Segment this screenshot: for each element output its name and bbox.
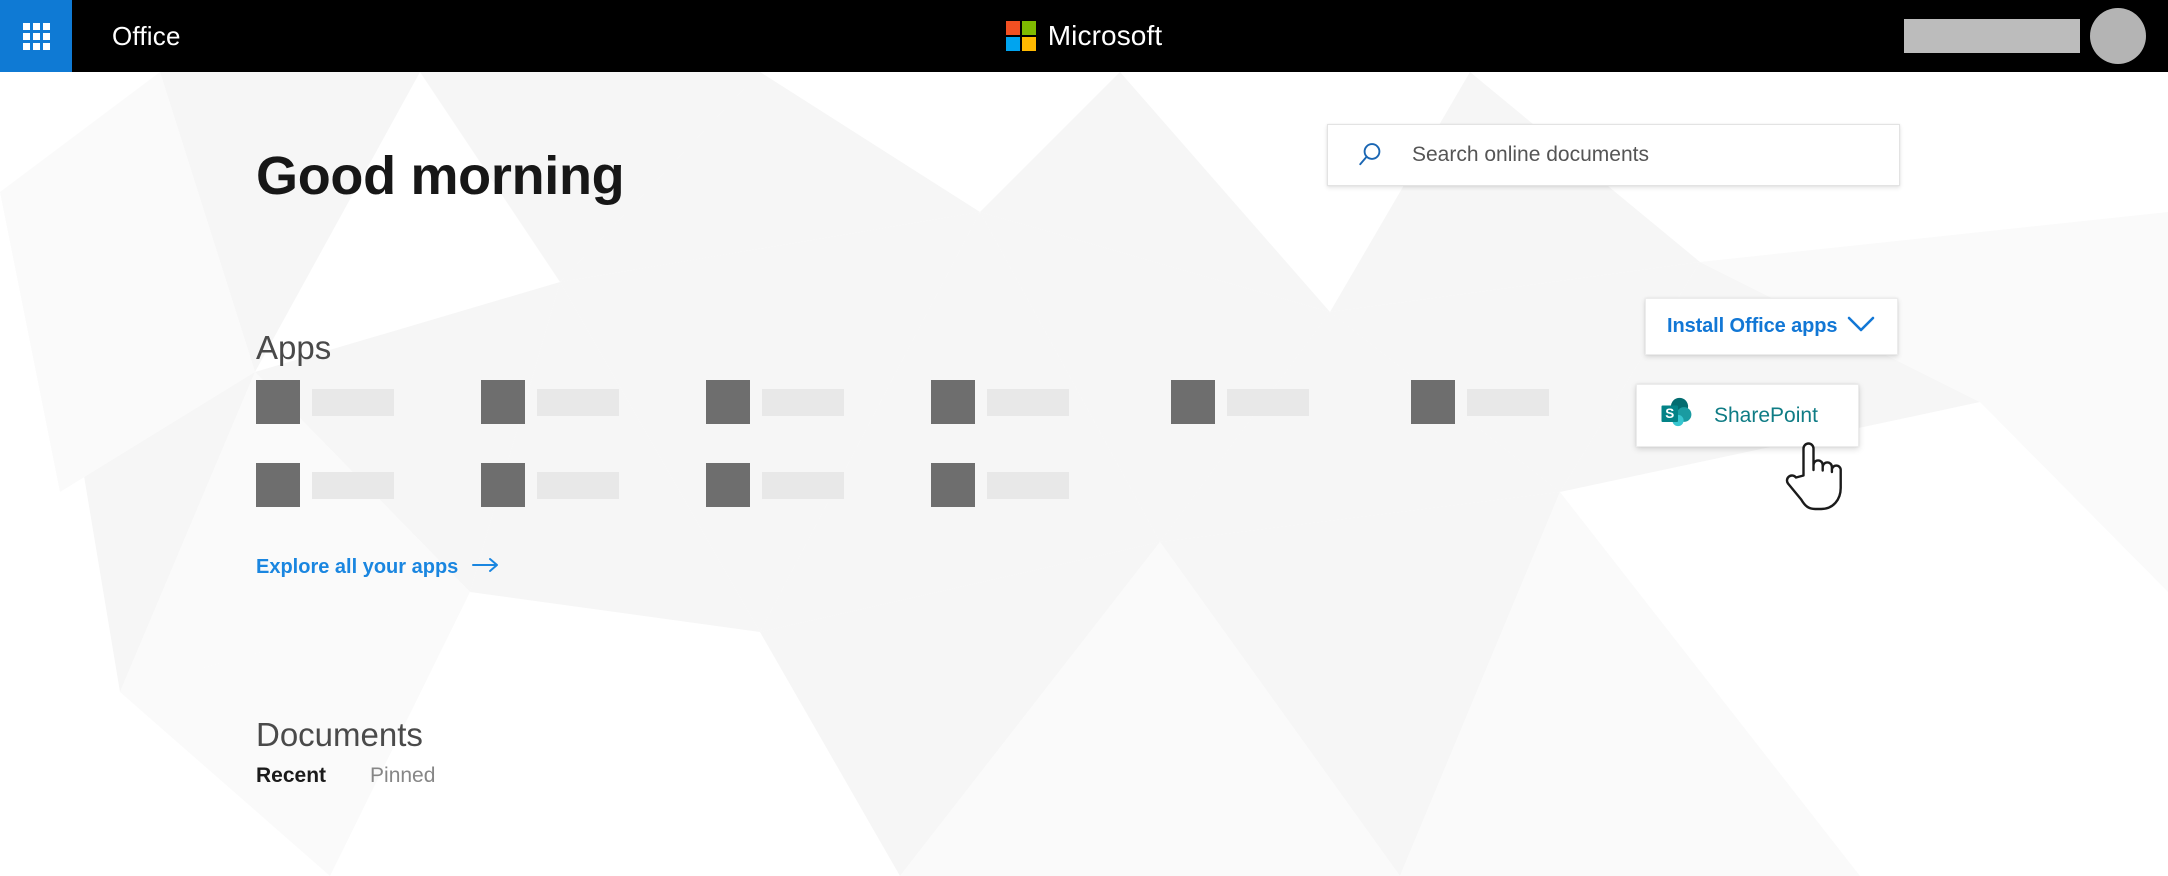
app-skeleton-icon	[1171, 380, 1215, 424]
install-office-apps-menu[interactable]: S SharePoint	[1636, 384, 1859, 447]
sharepoint-icon: S	[1658, 394, 1696, 437]
avatar[interactable]	[2090, 8, 2146, 64]
app-skeleton-icon	[481, 380, 525, 424]
microsoft-logo: Microsoft	[1005, 20, 1163, 52]
app-skeleton-icon	[706, 463, 750, 507]
app-skeleton-item[interactable]	[1411, 380, 1549, 424]
documents-tabs: Recent Pinned	[256, 764, 435, 788]
app-skeleton-item[interactable]	[481, 463, 619, 507]
search-icon	[1328, 140, 1412, 170]
app-skeleton-icon	[931, 380, 975, 424]
app-skeleton-item[interactable]	[931, 380, 1069, 424]
office-brand-link[interactable]: Office	[112, 0, 181, 72]
app-skeleton-label	[762, 388, 844, 416]
microsoft-wordmark: Microsoft	[1047, 20, 1163, 51]
app-skeleton-label	[987, 471, 1069, 499]
explore-all-apps-label: Explore all your apps	[256, 556, 459, 578]
app-skeleton-label	[762, 471, 844, 499]
app-skeleton-item[interactable]	[1171, 380, 1309, 424]
app-skeleton-icon	[1411, 380, 1455, 424]
app-skeleton-item[interactable]	[256, 463, 394, 507]
search-box[interactable]	[1327, 124, 1900, 186]
suite-header: Office Microsoft	[0, 0, 2168, 72]
app-skeleton-item[interactable]	[706, 463, 844, 507]
main-content: Good morning Apps Install Office apps	[0, 72, 2168, 876]
microsoft-squares-icon	[1005, 21, 1036, 51]
tab-recent[interactable]: Recent	[256, 764, 326, 788]
explore-all-apps-link[interactable]: Explore all your apps	[256, 556, 500, 579]
arrow-right-icon	[472, 556, 500, 579]
app-skeleton-icon	[256, 463, 300, 507]
install-office-apps-label: Install Office apps	[1667, 315, 1838, 337]
app-skeleton-label	[537, 471, 619, 499]
app-skeleton-item[interactable]	[481, 380, 619, 424]
app-skeleton-label	[312, 471, 394, 499]
tab-pinned[interactable]: Pinned	[370, 764, 435, 788]
app-launcher-button[interactable]	[0, 0, 72, 72]
suite-header-right	[1904, 0, 2146, 72]
documents-section-heading: Documents	[256, 716, 423, 754]
app-skeleton-item[interactable]	[931, 463, 1069, 507]
page-title: Good morning	[256, 146, 625, 207]
header-skeleton-bar	[1904, 19, 2080, 53]
app-skeleton-label	[312, 388, 394, 416]
app-skeleton-item[interactable]	[706, 380, 844, 424]
app-skeleton-item[interactable]	[256, 380, 394, 424]
app-skeleton-icon	[931, 463, 975, 507]
menu-item-sharepoint-label: SharePoint	[1714, 403, 1818, 427]
svg-text:S: S	[1665, 406, 1674, 421]
app-skeleton-label	[1467, 388, 1549, 416]
microsoft-logo-container: Microsoft	[0, 0, 2168, 72]
app-skeleton-label	[537, 388, 619, 416]
waffle-icon	[22, 22, 50, 50]
app-skeleton-icon	[706, 380, 750, 424]
office-home-page: Office Microsoft Good morning Search onl…	[0, 0, 2168, 876]
app-skeleton-label	[987, 388, 1069, 416]
mouse-cursor	[1783, 439, 1845, 518]
search-input[interactable]	[1412, 143, 1899, 167]
apps-section-heading: Apps	[256, 329, 332, 367]
app-skeleton-label	[1227, 388, 1309, 416]
install-office-apps-button[interactable]: Install Office apps	[1645, 298, 1898, 355]
app-skeleton-icon	[481, 463, 525, 507]
app-skeleton-icon	[256, 380, 300, 424]
chevron-down-icon	[1847, 316, 1875, 338]
